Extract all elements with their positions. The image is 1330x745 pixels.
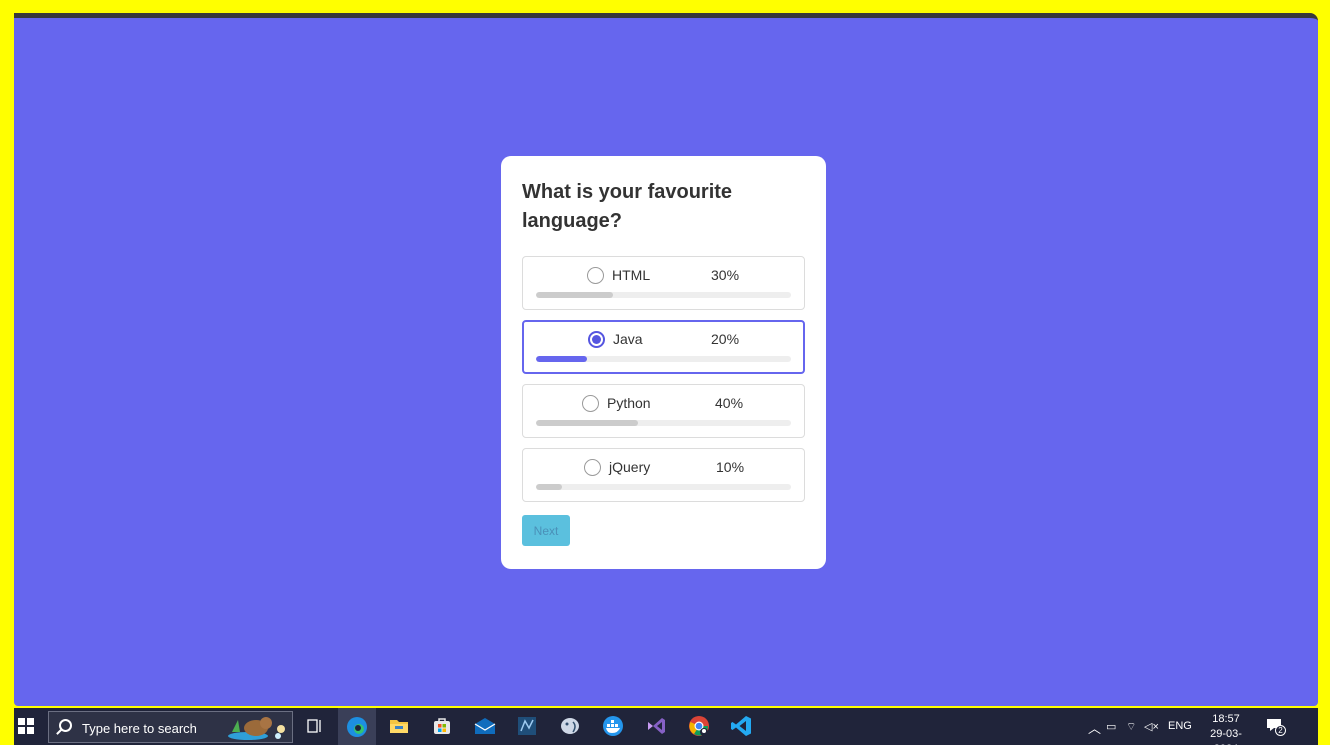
task-view-icon[interactable] — [302, 713, 328, 739]
progress-fill — [536, 356, 587, 362]
docker-icon[interactable] — [600, 713, 626, 739]
vscode-icon[interactable] — [728, 713, 754, 739]
option-python[interactable]: Python 40% — [522, 384, 805, 438]
chevron-up-icon[interactable]: ︿ — [1088, 718, 1101, 737]
system-tray: ︿ ▭ ⌔ ◁× ENG 18:57 29-03-2024 2 — [1088, 708, 1318, 745]
browser-viewport: What is your favourite language? HTML 30… — [14, 13, 1318, 706]
taskbar-search[interactable]: Type here to search — [48, 711, 293, 743]
progress-fill — [536, 420, 638, 426]
chrome-icon[interactable] — [686, 713, 712, 739]
option-label: Python — [607, 395, 651, 411]
option-percent: 10% — [716, 459, 745, 475]
radio-html[interactable] — [587, 267, 604, 284]
volume-muted-icon[interactable]: ◁× — [1144, 720, 1159, 733]
poll-question: What is your favourite language? — [522, 181, 733, 232]
poll-options: HTML 30% Java 20% Python 40% jQuery 10% — [522, 256, 805, 502]
mail-icon[interactable] — [472, 713, 498, 739]
clock-date: 29-03-2024 — [1210, 728, 1242, 745]
visual-studio-icon[interactable] — [643, 713, 669, 739]
wifi-icon[interactable]: ⌔ — [1126, 720, 1136, 734]
option-jquery[interactable]: jQuery 10% — [522, 448, 805, 502]
progress-bar — [536, 356, 791, 362]
option-label: jQuery — [609, 459, 651, 475]
microsoft-store-icon[interactable] — [429, 713, 455, 739]
option-java[interactable]: Java 20% — [522, 320, 805, 374]
option-html[interactable]: HTML 30% — [522, 256, 805, 310]
postgresql-icon[interactable] — [557, 713, 583, 739]
search-placeholder: Type here to search — [82, 721, 197, 736]
clock[interactable]: 18:57 29-03-2024 — [1198, 712, 1254, 745]
progress-bar — [536, 484, 791, 490]
file-explorer-icon[interactable] — [386, 713, 412, 739]
option-label: HTML — [612, 267, 651, 283]
notification-icon[interactable]: 2 — [1266, 717, 1286, 736]
radio-jquery[interactable] — [584, 459, 601, 476]
radio-python[interactable] — [582, 395, 599, 412]
battery-icon[interactable]: ▭ — [1106, 720, 1116, 733]
option-percent: 20% — [711, 331, 740, 347]
progress-fill — [536, 292, 613, 298]
progress-bar — [536, 420, 791, 426]
option-percent: 30% — [711, 267, 740, 283]
progress-fill — [536, 484, 562, 490]
option-label: Java — [613, 331, 643, 347]
windows-start-icon[interactable] — [18, 718, 34, 734]
radio-java[interactable] — [588, 331, 605, 348]
edge-icon[interactable] — [338, 708, 376, 745]
language-indicator[interactable]: ENG — [1168, 720, 1192, 732]
option-percent: 40% — [715, 395, 744, 411]
search-icon — [59, 719, 72, 732]
progress-bar — [536, 292, 791, 298]
next-button[interactable]: Next — [522, 515, 570, 546]
windows-taskbar: Type here to search ︿ ▭ ⌔ ◁× ENG 18:57 2… — [14, 708, 1318, 745]
sql-server-icon[interactable] — [514, 713, 540, 739]
clock-time: 18:57 — [1212, 713, 1240, 725]
search-highlight-icon — [228, 717, 285, 740]
notification-count: 2 — [1275, 725, 1286, 736]
poll-card: What is your favourite language? HTML 30… — [501, 156, 826, 569]
